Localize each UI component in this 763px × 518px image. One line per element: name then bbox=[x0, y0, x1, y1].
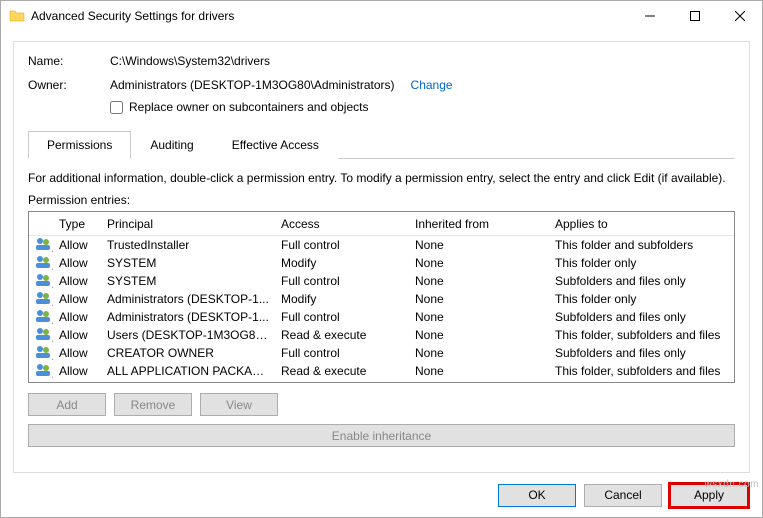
maximize-button[interactable] bbox=[672, 1, 717, 31]
tab-effective-access[interactable]: Effective Access bbox=[213, 131, 338, 159]
col-access[interactable]: Access bbox=[275, 217, 409, 231]
minimize-button[interactable] bbox=[627, 1, 672, 31]
cell-applies: This folder only bbox=[549, 256, 734, 270]
cancel-button[interactable]: Cancel bbox=[584, 484, 662, 507]
cell-applies: This folder, subfolders and files bbox=[549, 328, 734, 342]
cell-access: Full control bbox=[275, 274, 409, 288]
group-icon bbox=[29, 272, 53, 291]
hint-text: For additional information, double-click… bbox=[28, 171, 735, 185]
cell-inherited: None bbox=[409, 292, 549, 306]
cell-access: Full control bbox=[275, 238, 409, 252]
entries-label: Permission entries: bbox=[28, 193, 735, 207]
table-row[interactable]: AllowTrustedInstallerFull controlNoneThi… bbox=[29, 236, 734, 254]
table-row[interactable]: AllowCREATOR OWNERFull controlNoneSubfol… bbox=[29, 344, 734, 362]
cell-access: Full control bbox=[275, 346, 409, 360]
cell-inherited: None bbox=[409, 346, 549, 360]
group-icon bbox=[29, 236, 53, 255]
table-row[interactable]: AllowSYSTEMFull controlNoneSubfolders an… bbox=[29, 272, 734, 290]
view-button[interactable]: View bbox=[200, 393, 278, 416]
client-area: Name: C:\Windows\System32\drivers Owner:… bbox=[1, 31, 762, 473]
cell-access: Read & execute bbox=[275, 328, 409, 342]
cell-applies: Subfolders and files only bbox=[549, 346, 734, 360]
name-value: C:\Windows\System32\drivers bbox=[110, 54, 735, 68]
window-title: Advanced Security Settings for drivers bbox=[31, 9, 627, 23]
cell-applies: Subfolders and files only bbox=[549, 310, 734, 324]
cell-inherited: None bbox=[409, 238, 549, 252]
group-icon bbox=[29, 344, 53, 363]
col-inherited[interactable]: Inherited from bbox=[409, 217, 549, 231]
title-bar: Advanced Security Settings for drivers bbox=[1, 1, 762, 31]
group-icon bbox=[29, 326, 53, 345]
cell-principal: ALL APPLICATION PACKAGES bbox=[101, 364, 275, 378]
col-principal[interactable]: Principal bbox=[101, 217, 275, 231]
cell-inherited: None bbox=[409, 274, 549, 288]
cell-applies: This folder and subfolders bbox=[549, 238, 734, 252]
cell-access: Modify bbox=[275, 292, 409, 306]
name-label: Name: bbox=[28, 54, 110, 68]
dialog-footer: OK Cancel Apply bbox=[1, 473, 762, 517]
folder-icon bbox=[9, 8, 25, 24]
cell-access: Modify bbox=[275, 256, 409, 270]
cell-principal: SYSTEM bbox=[101, 274, 275, 288]
cell-inherited: None bbox=[409, 364, 549, 378]
group-icon bbox=[29, 362, 53, 381]
cell-inherited: None bbox=[409, 256, 549, 270]
tab-permissions[interactable]: Permissions bbox=[28, 131, 131, 159]
owner-label: Owner: bbox=[28, 78, 110, 92]
cell-type: Allow bbox=[53, 274, 101, 288]
replace-owner-checkbox[interactable] bbox=[110, 101, 123, 114]
table-body[interactable]: AllowTrustedInstallerFull controlNoneThi… bbox=[29, 236, 734, 382]
cell-principal: Administrators (DESKTOP-1... bbox=[101, 310, 275, 324]
add-button[interactable]: Add bbox=[28, 393, 106, 416]
cell-applies: This folder only bbox=[549, 292, 734, 306]
replace-owner-label: Replace owner on subcontainers and objec… bbox=[129, 100, 368, 114]
tab-auditing[interactable]: Auditing bbox=[131, 131, 212, 159]
table-header: Type Principal Access Inherited from App… bbox=[29, 212, 734, 236]
cell-principal: Users (DESKTOP-1M3OG80\U... bbox=[101, 328, 275, 342]
permission-table: Type Principal Access Inherited from App… bbox=[28, 211, 735, 383]
cell-access: Read & execute bbox=[275, 364, 409, 378]
table-row[interactable]: AllowAdministrators (DESKTOP-1...ModifyN… bbox=[29, 290, 734, 308]
table-row[interactable]: AllowUsers (DESKTOP-1M3OG80\U...Read & e… bbox=[29, 326, 734, 344]
cell-principal: TrustedInstaller bbox=[101, 238, 275, 252]
group-icon bbox=[29, 290, 53, 309]
cell-principal: Administrators (DESKTOP-1... bbox=[101, 292, 275, 306]
table-row[interactable]: AllowSYSTEMModifyNoneThis folder only bbox=[29, 254, 734, 272]
cell-type: Allow bbox=[53, 346, 101, 360]
tab-bar: Permissions Auditing Effective Access bbox=[28, 130, 735, 159]
cell-inherited: None bbox=[409, 328, 549, 342]
cell-applies: This folder, subfolders and files bbox=[549, 364, 734, 378]
table-row[interactable]: AllowALL APPLICATION PACKAGESRead & exec… bbox=[29, 362, 734, 380]
close-button[interactable] bbox=[717, 1, 762, 31]
enable-inheritance-button[interactable]: Enable inheritance bbox=[28, 424, 735, 447]
main-panel: Name: C:\Windows\System32\drivers Owner:… bbox=[13, 41, 750, 473]
change-owner-link[interactable]: Change bbox=[411, 78, 453, 92]
col-type[interactable]: Type bbox=[53, 217, 101, 231]
cell-access: Full control bbox=[275, 310, 409, 324]
cell-applies: Subfolders and files only bbox=[549, 274, 734, 288]
cell-principal: SYSTEM bbox=[101, 256, 275, 270]
owner-value: Administrators (DESKTOP-1M3OG80\Administ… bbox=[110, 78, 395, 92]
cell-principal: CREATOR OWNER bbox=[101, 346, 275, 360]
cell-inherited: None bbox=[409, 310, 549, 324]
remove-button[interactable]: Remove bbox=[114, 393, 192, 416]
group-icon bbox=[29, 308, 53, 327]
col-applies[interactable]: Applies to bbox=[549, 217, 734, 231]
group-icon bbox=[29, 254, 53, 273]
cell-type: Allow bbox=[53, 364, 101, 378]
cell-type: Allow bbox=[53, 292, 101, 306]
cell-type: Allow bbox=[53, 310, 101, 324]
table-row[interactable]: AllowAdministrators (DESKTOP-1...Full co… bbox=[29, 308, 734, 326]
cell-type: Allow bbox=[53, 256, 101, 270]
apply-button[interactable]: Apply bbox=[670, 484, 748, 507]
cell-type: Allow bbox=[53, 328, 101, 342]
ok-button[interactable]: OK bbox=[498, 484, 576, 507]
cell-type: Allow bbox=[53, 238, 101, 252]
